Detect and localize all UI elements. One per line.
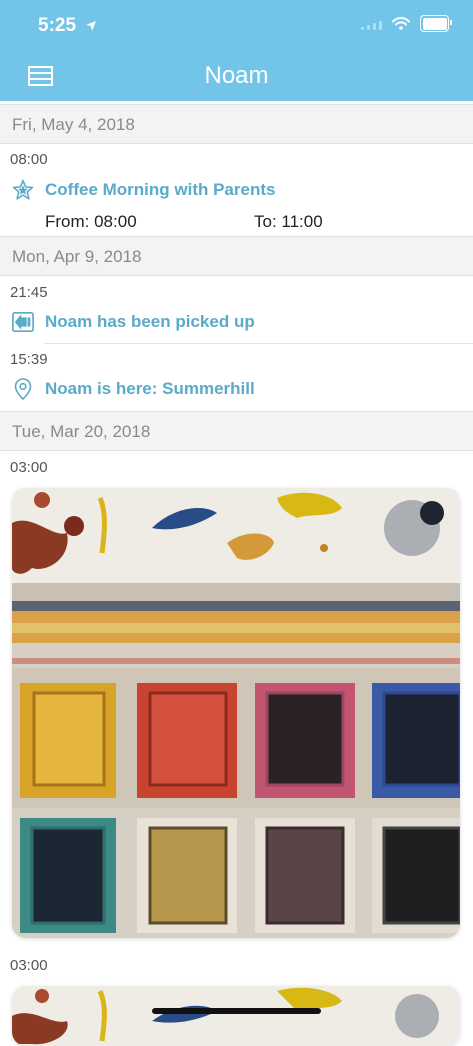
event-title: Coffee Morning with Parents bbox=[45, 180, 276, 199]
status-time-text: 5:25 bbox=[38, 15, 77, 36]
event-title: Noam is here: Summerhill bbox=[45, 379, 255, 398]
battery-icon bbox=[420, 15, 452, 32]
date-header: Fri, May 4, 2018 bbox=[0, 104, 473, 144]
event-to-time: To: 11:00 bbox=[254, 212, 323, 231]
photo-watercolor-palette[interactable] bbox=[12, 488, 460, 938]
photo-time: 03:00 bbox=[10, 957, 48, 974]
event-row[interactable]: Noam is here: Summerhill bbox=[12, 378, 255, 400]
event-time: 08:00 bbox=[10, 151, 48, 168]
location-pin-icon bbox=[12, 378, 34, 400]
cellular-signal-icon bbox=[361, 18, 382, 30]
app-header: 5:25 Noam bbox=[0, 0, 473, 101]
divider bbox=[44, 343, 473, 344]
star-icon bbox=[12, 179, 34, 201]
event-row[interactable]: Coffee Morning with Parents bbox=[12, 179, 275, 201]
home-indicator[interactable] bbox=[152, 1008, 321, 1014]
event-from-time: From: 08:00 bbox=[45, 212, 137, 231]
date-header: Tue, Mar 20, 2018 bbox=[0, 411, 473, 451]
wifi-icon bbox=[392, 17, 410, 30]
date-header: Mon, Apr 9, 2018 bbox=[0, 236, 473, 276]
photo-time: 03:00 bbox=[10, 459, 48, 476]
event-time: 21:45 bbox=[10, 284, 48, 301]
page-title: Noam bbox=[204, 62, 269, 89]
pickup-arrow-icon bbox=[12, 311, 34, 333]
status-indicators bbox=[361, 15, 452, 32]
status-time: 5:25 bbox=[38, 15, 97, 37]
location-arrow-icon bbox=[86, 20, 97, 31]
photo-watercolor-palette-2[interactable] bbox=[12, 986, 460, 1046]
event-row[interactable]: Noam has been picked up bbox=[12, 311, 255, 333]
event-time: 15:39 bbox=[10, 351, 48, 368]
event-title: Noam has been picked up bbox=[45, 312, 255, 331]
